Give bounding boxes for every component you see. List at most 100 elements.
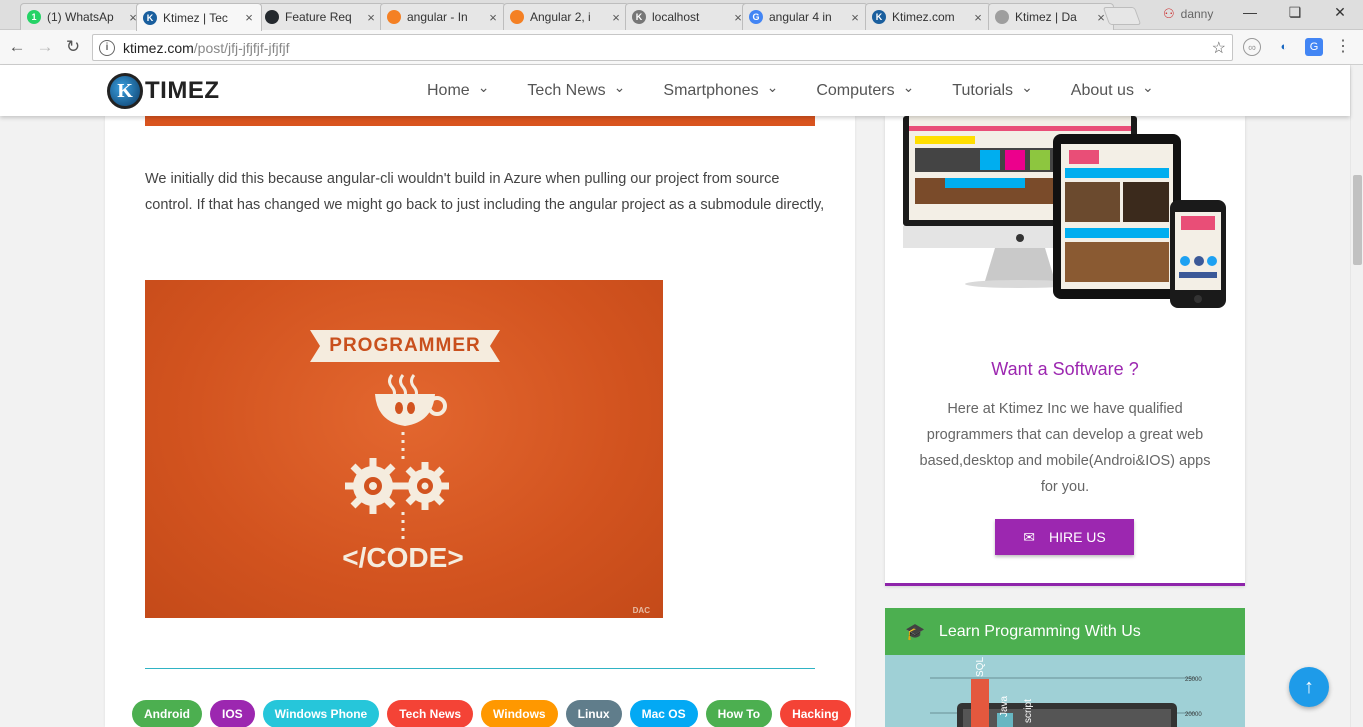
menu-item[interactable]: Computers ⌄	[816, 79, 915, 100]
chart-label-java: Java	[999, 695, 1010, 717]
browser-tab[interactable]: K Ktimez | Tec ×	[136, 3, 262, 31]
tab-title: (1) WhatsAp	[47, 10, 114, 24]
tag-chip[interactable]: How To	[705, 700, 773, 727]
browser-tab[interactable]: 1 (1) WhatsAp ×	[20, 3, 146, 30]
tab-title: angular - In	[407, 10, 468, 24]
tab-favicon-icon: 1	[27, 10, 41, 24]
main-menu: Home ⌄ Tech News ⌄ Smartphones ⌄ Computers ⌄ Tut…	[427, 65, 1192, 116]
tag-list: Android IOS Windows Phone Tech News Windows L…	[132, 700, 851, 727]
forward-arrow-icon[interactable]: →	[34, 36, 56, 58]
close-window-button[interactable]: ✕	[1320, 4, 1360, 24]
menu-item[interactable]: Tech News ⌄	[527, 79, 626, 100]
post-paragraph: We initially did this because angular-cl…	[145, 171, 825, 213]
post-card: We initially did this because angular-cl…	[105, 116, 855, 727]
software-title: Want a Software ?	[991, 359, 1139, 379]
post-divider	[145, 668, 815, 669]
tag-chip[interactable]: Android	[132, 700, 202, 727]
extension-icon[interactable]: ∞	[1243, 38, 1261, 56]
url-path: /post/jfj-jfjfjf-jfjfjf	[193, 39, 290, 56]
menu-item-label: Smartphones	[663, 81, 759, 99]
chart-tick-2: 20000	[1185, 712, 1202, 718]
tab-title: angular 4 in	[769, 10, 832, 24]
menu-item-label: Tech News	[527, 81, 606, 99]
profile-name: danny	[1180, 7, 1214, 21]
back-arrow-icon[interactable]: ←	[6, 36, 28, 58]
envelope-icon: ✉	[1023, 528, 1035, 545]
tag-chip[interactable]: Mac OS	[629, 700, 698, 727]
scrollbar-thumb[interactable]	[1353, 175, 1362, 265]
info-icon[interactable]: i	[99, 39, 115, 56]
profile-button[interactable]: ⚇ danny	[1163, 6, 1213, 22]
tab-favicon-icon: K	[632, 10, 646, 24]
tab-title: Ktimez | Da	[1015, 10, 1077, 24]
chevron-down-icon: ⌄	[477, 79, 490, 95]
tab-favicon-icon	[995, 10, 1009, 24]
tab-title: Ktimez | Tec	[163, 10, 228, 25]
tab-close-icon[interactable]: ×	[972, 10, 984, 25]
tab-close-icon[interactable]: ×	[610, 10, 622, 25]
tag-chip[interactable]: Tech News	[387, 700, 474, 727]
extension-c-icon[interactable]: ◐	[1275, 38, 1293, 56]
image-top-text: PROGRAMMER	[329, 335, 480, 356]
software-ad-card: Want a Software ? Here at Ktimez Inc we …	[885, 116, 1245, 586]
programmer-code-image: PROGRAMMER </CODE> DAC	[145, 280, 663, 618]
chevron-down-icon: ⌄	[613, 79, 626, 95]
browser-tab[interactable]: angular - In ×	[380, 3, 506, 30]
browser-tab-strip: 1 (1) WhatsAp × K Ktimez | Tec × Feature Req × a…	[0, 0, 1363, 31]
software-description: Here at Ktimez Inc we have qualified pro…	[919, 401, 1211, 495]
url-host: ktimez.com	[123, 39, 194, 56]
browser-toolbar: ← → ↻ i ktimez.com/post/jfj-jfjfjf-jfjfj…	[0, 30, 1363, 65]
tab-close-icon[interactable]: ×	[487, 10, 499, 25]
browser-tab[interactable]: Angular 2, i ×	[503, 3, 629, 30]
tag-chip[interactable]: IOS	[210, 700, 255, 727]
tab-favicon-icon	[387, 10, 401, 24]
arrow-up-icon: ↑	[1304, 675, 1314, 698]
new-tab-button[interactable]	[1102, 7, 1142, 25]
tab-favicon-icon: G	[749, 10, 763, 24]
address-bar[interactable]: i ktimez.com/post/jfj-jfjfjf-jfjfjf ☆	[92, 34, 1233, 61]
browser-tab[interactable]: Feature Req ×	[258, 3, 384, 30]
tab-title: Feature Req	[285, 10, 352, 24]
reload-icon[interactable]: ↻	[62, 36, 84, 58]
scroll-to-top-button[interactable]: ↑	[1289, 667, 1329, 707]
tab-close-icon[interactable]: ×	[849, 10, 861, 25]
hire-us-button[interactable]: ✉ HIRE US	[995, 519, 1134, 555]
translate-icon[interactable]: G	[1305, 38, 1323, 56]
hire-us-label: HIRE US	[1048, 529, 1106, 545]
tag-chip[interactable]: Hacking	[780, 700, 851, 727]
tab-favicon-icon: K	[143, 10, 157, 25]
browser-tab[interactable]: K Ktimez.com ×	[865, 3, 991, 30]
tag-chip[interactable]: Windows Phone	[262, 700, 380, 727]
site-logo[interactable]: K TIMEZ	[107, 73, 220, 109]
tag-chip[interactable]: Windows	[481, 700, 558, 727]
chart-label-sql: SQL	[975, 657, 986, 677]
browser-tab[interactable]: Ktimez | Da ×	[988, 3, 1114, 30]
tag-chip[interactable]: Linux	[565, 700, 622, 727]
tab-close-icon[interactable]: ×	[243, 10, 255, 25]
tab-close-icon[interactable]: ×	[365, 10, 377, 25]
chevron-down-icon: ⌄	[902, 79, 915, 95]
menu-item[interactable]: About us ⌄	[1070, 79, 1154, 100]
menu-item[interactable]: Home ⌄	[427, 79, 490, 100]
menu-item[interactable]: Tutorials ⌄	[952, 79, 1033, 100]
minimize-button[interactable]: —	[1230, 4, 1270, 24]
image-watermark: DAC	[633, 606, 651, 615]
menu-dots-icon[interactable]: ⋮	[1334, 38, 1352, 56]
logo-mark: K	[107, 73, 143, 109]
page-scrollbar[interactable]	[1350, 65, 1363, 727]
learn-programming-header[interactable]: 🎓 Learn Programming With Us	[885, 608, 1245, 655]
browser-tab[interactable]: Gangular 4 in ×	[742, 3, 868, 30]
tab-title: Angular 2, i	[530, 10, 591, 24]
menu-item[interactable]: Smartphones ⌄	[663, 79, 778, 100]
maximize-button[interactable]: ❏	[1275, 4, 1315, 24]
bookmark-star-icon[interactable]: ☆	[1212, 38, 1226, 58]
tab-title: localhost	[652, 10, 700, 24]
logo-text: TIMEZ	[145, 77, 220, 104]
header-image-bottom	[145, 116, 815, 126]
chart-label-script: script	[1023, 699, 1034, 723]
learn-programming-image: 25000 20000 SQL Java script	[930, 657, 1202, 727]
graduation-cap-icon: 🎓	[905, 623, 925, 641]
devices-image	[903, 116, 1226, 308]
menu-item-label: About us	[1070, 81, 1134, 99]
browser-tab[interactable]: Klocalhost ×	[625, 3, 751, 30]
